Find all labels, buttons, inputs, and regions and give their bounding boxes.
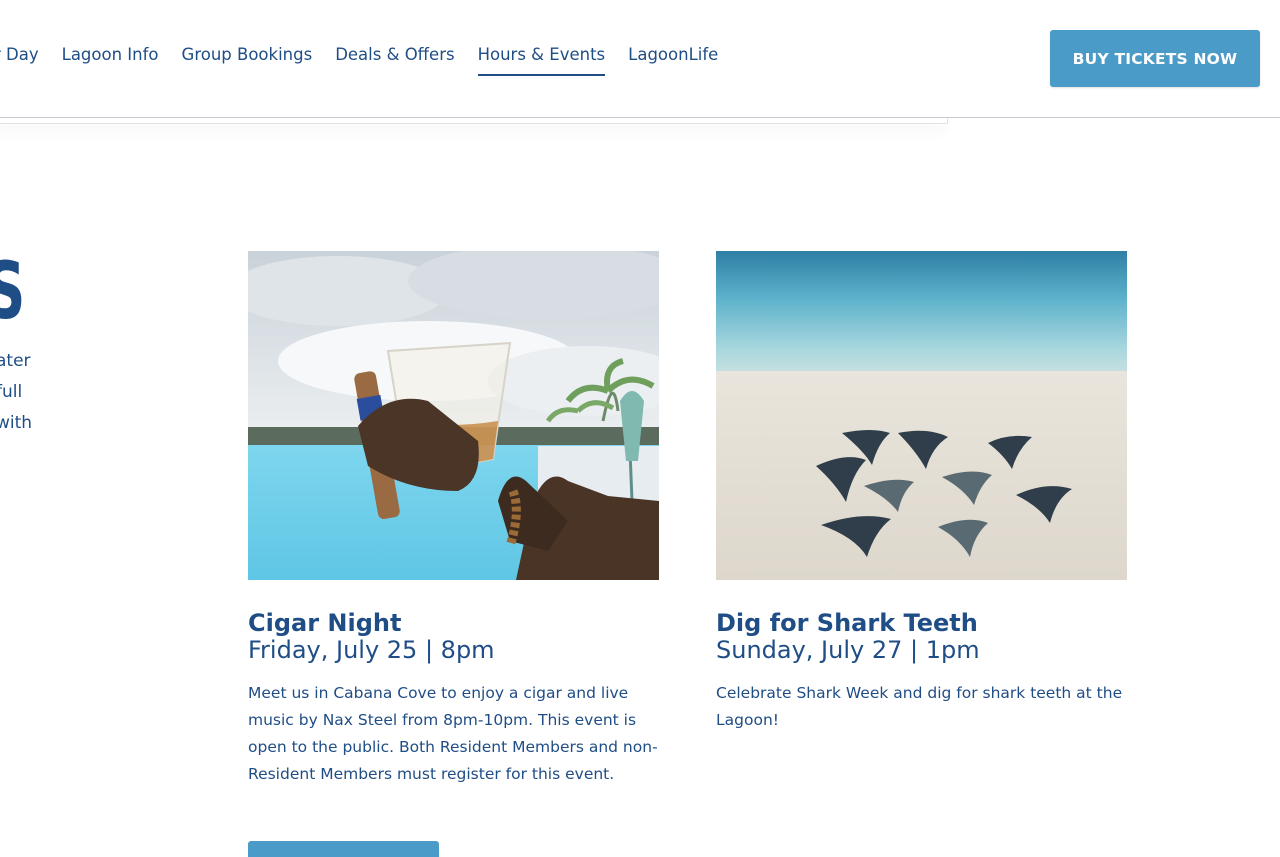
section-intro-text: ater full with — [0, 346, 56, 439]
section-intro-line: with — [0, 413, 33, 433]
nav-item-lagoon-info[interactable]: Lagoon Info — [62, 44, 159, 76]
event-date: Friday, July 25 | 8pm — [248, 636, 495, 664]
register-button[interactable] — [248, 841, 439, 857]
main-nav: r Day Lagoon Info Group Bookings Deals &… — [0, 44, 718, 76]
section-heading: S — [0, 252, 25, 332]
event-description: Celebrate Shark Week and dig for shark t… — [716, 684, 1123, 729]
dropdown-panel-edge — [0, 118, 948, 124]
event-title: Cigar Night — [248, 609, 402, 637]
shark-teeth-beach-photo — [716, 251, 1127, 580]
event-title: Dig for Shark Teeth — [716, 609, 978, 637]
nav-item-your-day[interactable]: r Day — [0, 44, 39, 76]
nav-item-lagoonlife[interactable]: LagoonLife — [628, 44, 718, 76]
section-intro-line: full — [0, 382, 23, 402]
buy-tickets-button[interactable]: BUY TICKETS NOW — [1050, 30, 1260, 87]
event-date: Sunday, July 27 | 1pm — [716, 636, 980, 664]
section-intro-line: ater — [0, 351, 31, 371]
nav-item-hours-events[interactable]: Hours & Events — [477, 44, 606, 76]
event-card-shark-teeth: Dig for Shark Teeth Sunday, July 27 | 1p… — [716, 251, 1127, 734]
nav-item-group-bookings[interactable]: Group Bookings — [182, 44, 313, 76]
event-description: Meet us in Cabana Cove to enjoy a cigar … — [248, 684, 658, 783]
event-card-cigar-night: Cigar Night Friday, July 25 | 8pm Meet u… — [248, 251, 659, 788]
cigar-drink-pool-photo — [248, 251, 659, 580]
nav-item-deals-offers[interactable]: Deals & Offers — [335, 44, 454, 76]
site-header: r Day Lagoon Info Group Bookings Deals &… — [0, 0, 1280, 118]
